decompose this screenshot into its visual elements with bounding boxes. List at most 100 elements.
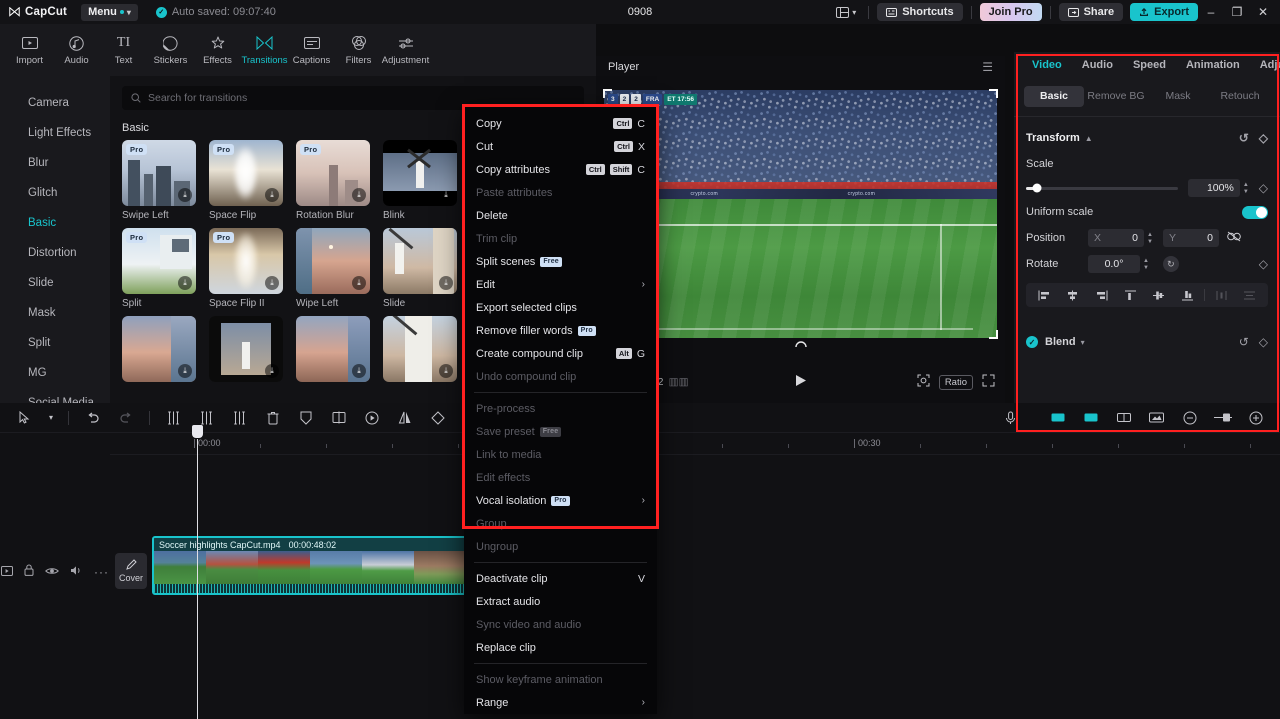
menu-item-export-selected-clips[interactable]: Export selected clips xyxy=(464,296,657,319)
subtab-remove-bg[interactable]: Remove BG xyxy=(1086,86,1146,107)
minimize-button[interactable]: – xyxy=(1198,0,1224,24)
tab-animation[interactable]: Animation xyxy=(1176,59,1250,71)
distribute-vertical-icon[interactable] xyxy=(1235,290,1264,301)
download-icon[interactable]: ⤓ xyxy=(352,364,366,378)
tab-adjustment[interactable]: Adjustment xyxy=(382,26,429,74)
category-mask[interactable]: Mask xyxy=(0,298,110,328)
delete-icon[interactable] xyxy=(256,403,289,433)
download-icon[interactable]: ⤓ xyxy=(265,188,279,202)
mirror-icon[interactable] xyxy=(322,403,355,433)
transition-item[interactable]: ⤓ xyxy=(383,316,467,386)
menu-item-create-compound-clip[interactable]: Create compound clip Alt G xyxy=(464,342,657,365)
player-menu-icon[interactable]: ☰ xyxy=(982,60,993,74)
timeline-zoom-out-icon[interactable] xyxy=(1041,403,1074,433)
ratio-button[interactable]: Ratio xyxy=(938,374,973,390)
transform-section-header[interactable]: Transform ▲ ↺ ◇ xyxy=(1014,125,1280,151)
tab-audio[interactable]: Audio xyxy=(53,26,100,74)
tab-captions[interactable]: Captions xyxy=(288,26,335,74)
category-mg[interactable]: MG xyxy=(0,358,110,388)
download-icon[interactable]: ⤓ xyxy=(265,276,279,290)
speed-icon[interactable] xyxy=(355,403,388,433)
transition-item[interactable]: ⤓ Wipe Left xyxy=(296,228,380,309)
undo-icon[interactable] xyxy=(76,403,109,433)
cover-button[interactable]: Cover xyxy=(115,553,147,589)
tab-video[interactable]: Video xyxy=(1022,59,1072,71)
tab-stickers[interactable]: Stickers xyxy=(147,26,194,74)
select-tool-chevron-icon[interactable]: ▾ xyxy=(41,403,61,433)
menu-item-edit[interactable]: Edit › xyxy=(464,273,657,296)
transition-item[interactable]: ⤓ xyxy=(209,316,293,386)
align-middle-icon[interactable] xyxy=(1145,290,1174,301)
keyframe-rotate-icon[interactable]: ◇ xyxy=(1259,257,1268,271)
timeline-ruler[interactable]: 00:00 00:30 01:30 02:00 xyxy=(110,433,1280,455)
menu-item-extract-audio[interactable]: Extract audio xyxy=(464,590,657,613)
transition-item[interactable]: ⤓ xyxy=(296,316,380,386)
select-tool-icon[interactable] xyxy=(8,403,41,433)
menu-item-cut[interactable]: Cut Ctrl X xyxy=(464,135,657,158)
transition-item[interactable]: ⤓ xyxy=(122,316,206,386)
timeline-zoom-minus-icon[interactable] xyxy=(1173,403,1206,433)
category-glitch[interactable]: Glitch xyxy=(0,178,110,208)
track-video-icon[interactable] xyxy=(1,563,13,581)
timeline-preview-icon[interactable] xyxy=(1140,403,1173,433)
menu-item-copy[interactable]: Copy Ctrl C xyxy=(464,112,657,135)
download-icon[interactable]: ⤓ xyxy=(439,364,453,378)
transform-handle[interactable] xyxy=(989,330,998,339)
subtab-retouch[interactable]: Retouch xyxy=(1210,86,1270,107)
share-button[interactable]: Share xyxy=(1058,3,1124,21)
join-pro-button[interactable]: Join Pro xyxy=(979,3,1042,21)
transition-item[interactable]: Pro ⤓ Space Flip II xyxy=(209,228,293,309)
category-light-effects[interactable]: Light Effects xyxy=(0,118,110,148)
playhead-handle[interactable] xyxy=(192,425,203,438)
tab-filters[interactable]: Filters xyxy=(335,26,382,74)
download-icon[interactable]: ⤓ xyxy=(352,276,366,290)
scale-slider[interactable] xyxy=(1026,183,1178,193)
timeline-zoom-in-icon[interactable] xyxy=(1074,403,1107,433)
download-icon[interactable]: ⤓ xyxy=(178,188,192,202)
menu-button[interactable]: Menu ▾ xyxy=(81,3,138,21)
subtab-mask[interactable]: Mask xyxy=(1148,86,1208,107)
menu-item-split-scenes[interactable]: Split scenes Free xyxy=(464,250,657,273)
download-icon[interactable]: ⤓ xyxy=(352,188,366,202)
align-left-icon[interactable] xyxy=(1030,290,1059,301)
category-basic[interactable]: Basic xyxy=(0,208,110,238)
shortcuts-button[interactable]: Shortcuts xyxy=(877,3,963,21)
position-x-stepper[interactable]: ▲ ▼ xyxy=(1147,232,1153,245)
tab-text[interactable]: TI Text xyxy=(100,26,147,74)
rotate-value[interactable]: 0.0° xyxy=(1088,255,1140,273)
timeline-fit-icon[interactable] xyxy=(1107,403,1140,433)
category-distortion[interactable]: Distortion xyxy=(0,238,110,268)
category-split[interactable]: Split xyxy=(0,328,110,358)
rotate-stepper[interactable]: ▲ ▼ xyxy=(1143,258,1149,271)
align-center-horizontal-icon[interactable] xyxy=(1059,290,1088,301)
playhead[interactable] xyxy=(192,425,203,719)
category-camera[interactable]: Camera xyxy=(0,88,110,118)
maximize-button[interactable]: ❐ xyxy=(1224,0,1250,24)
transform-handle[interactable] xyxy=(989,89,998,98)
download-icon[interactable]: ⤓ xyxy=(439,276,453,290)
download-icon[interactable]: ⤓ xyxy=(265,364,279,378)
category-blur[interactable]: Blur xyxy=(0,148,110,178)
category-slide[interactable]: Slide xyxy=(0,268,110,298)
zoom-to-fit-icon[interactable] xyxy=(917,374,930,390)
align-right-icon[interactable] xyxy=(1087,290,1116,301)
menu-item-vocal-isolation[interactable]: Vocal isolation Pro › xyxy=(464,489,657,512)
subtab-basic[interactable]: Basic xyxy=(1024,85,1084,107)
transition-item[interactable]: Pro ⤓ Space Flip xyxy=(209,140,293,221)
timeline-zoom-slider[interactable] xyxy=(1206,403,1239,433)
transition-item[interactable]: ⤓ Blink xyxy=(383,140,467,221)
transform-handle[interactable] xyxy=(603,89,612,98)
tab-effects[interactable]: Effects xyxy=(194,26,241,74)
timeline-clip[interactable]: Soccer highlights CapCut.mp4 00:00:48:02 xyxy=(152,536,468,595)
menu-item-remove-filler-words[interactable]: Remove filler words Pro xyxy=(464,319,657,342)
reset-transform-icon[interactable]: ↺ xyxy=(1239,131,1249,145)
fullscreen-icon[interactable] xyxy=(982,374,995,390)
align-bottom-icon[interactable] xyxy=(1173,290,1202,301)
scale-value[interactable]: 100% xyxy=(1187,179,1240,197)
export-button[interactable]: Export xyxy=(1130,3,1198,21)
menu-item-range[interactable]: Range › xyxy=(464,691,657,714)
timeline-zoom-plus-icon[interactable] xyxy=(1239,403,1272,433)
keyframe-scale-icon[interactable]: ◇ xyxy=(1259,181,1268,195)
scale-slider-knob[interactable] xyxy=(1032,183,1042,193)
layout-button[interactable]: ▾ xyxy=(832,6,860,18)
